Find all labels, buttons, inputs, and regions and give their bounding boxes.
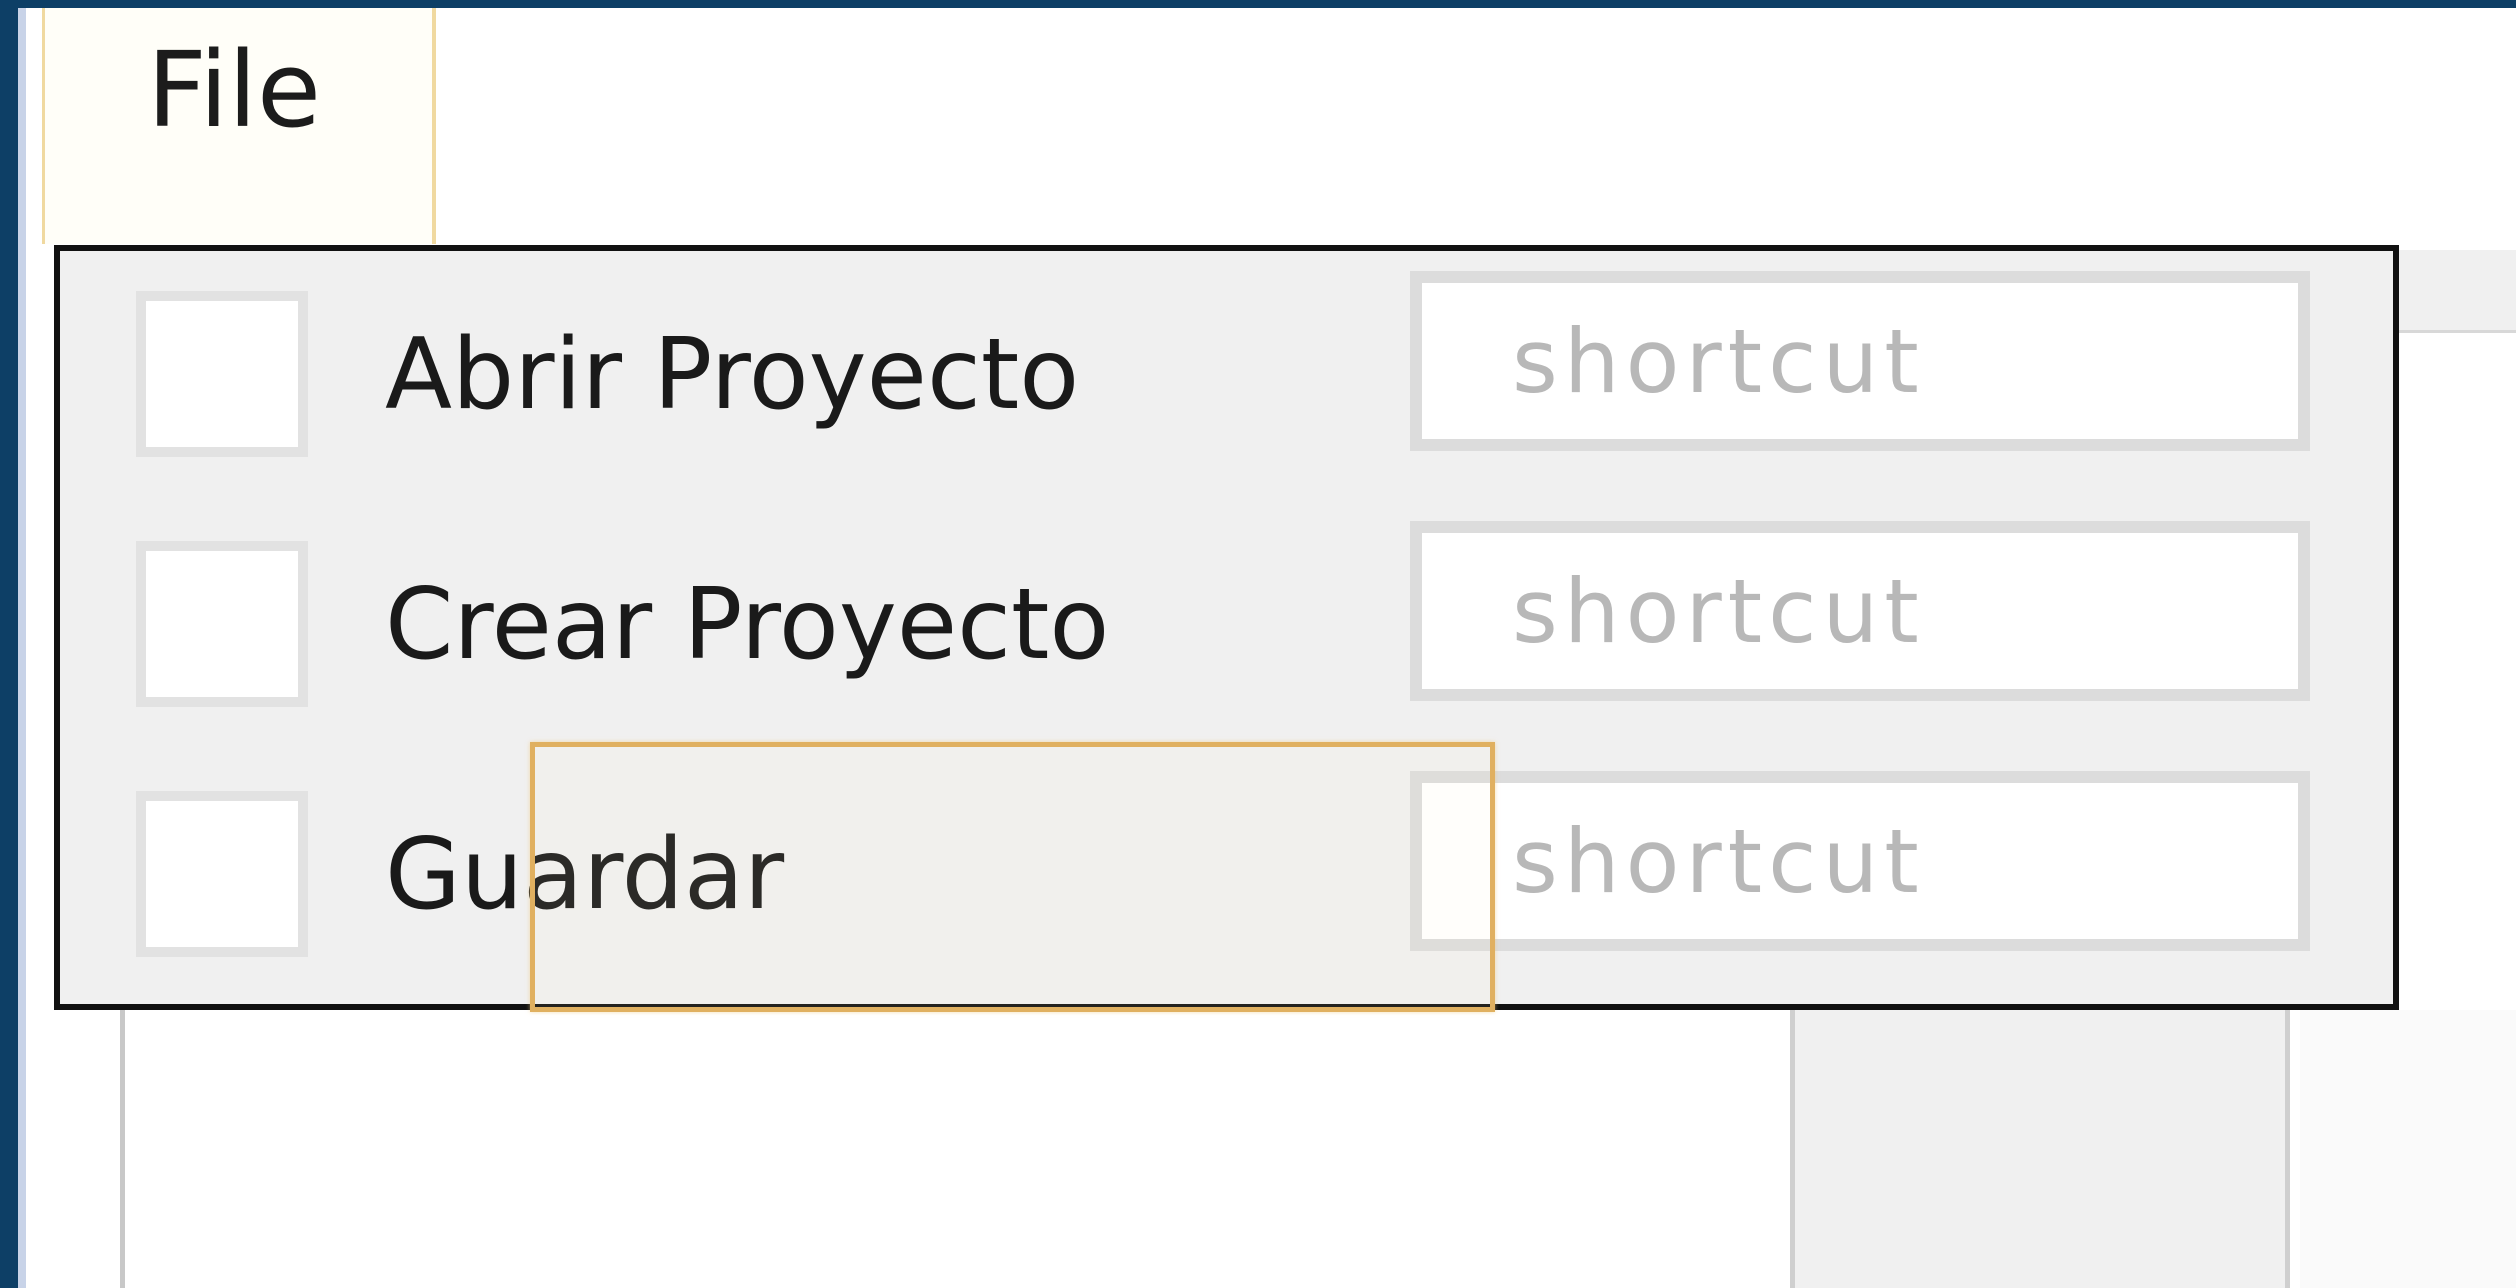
menu-file-label: File bbox=[147, 29, 322, 151]
menu-item-checkbox[interactable] bbox=[136, 291, 308, 457]
shortcut-placeholder: shortcut bbox=[1512, 310, 1925, 413]
menu-item-checkbox[interactable] bbox=[136, 791, 308, 957]
hover-highlight-frame bbox=[530, 742, 1495, 1012]
menu-item-crear-proyecto[interactable]: Crear Proyecto shortcut bbox=[60, 501, 2393, 741]
shortcut-input[interactable]: shortcut bbox=[1410, 271, 2310, 451]
menu-item-label: Crear Proyecto bbox=[385, 568, 1110, 682]
menu-item-label: Abrir Proyecto bbox=[385, 318, 1080, 432]
background-panel bbox=[1790, 1010, 2290, 1288]
background-column-divider bbox=[120, 1010, 125, 1288]
shortcut-input[interactable]: shortcut bbox=[1410, 771, 2310, 951]
menu-item-abrir-proyecto[interactable]: Abrir Proyecto shortcut bbox=[60, 251, 2393, 491]
shortcut-input[interactable]: shortcut bbox=[1410, 521, 2310, 701]
window-frame-top bbox=[0, 0, 2516, 8]
shortcut-placeholder: shortcut bbox=[1512, 810, 1925, 913]
background-toolbar-strip bbox=[2390, 250, 2516, 333]
background-right-area bbox=[2300, 1010, 2516, 1288]
shortcut-placeholder: shortcut bbox=[1512, 560, 1925, 663]
window-frame-left-border bbox=[18, 8, 26, 1288]
window-frame-left bbox=[0, 0, 18, 1288]
menu-file[interactable]: File bbox=[42, 8, 436, 244]
menu-item-checkbox[interactable] bbox=[136, 541, 308, 707]
